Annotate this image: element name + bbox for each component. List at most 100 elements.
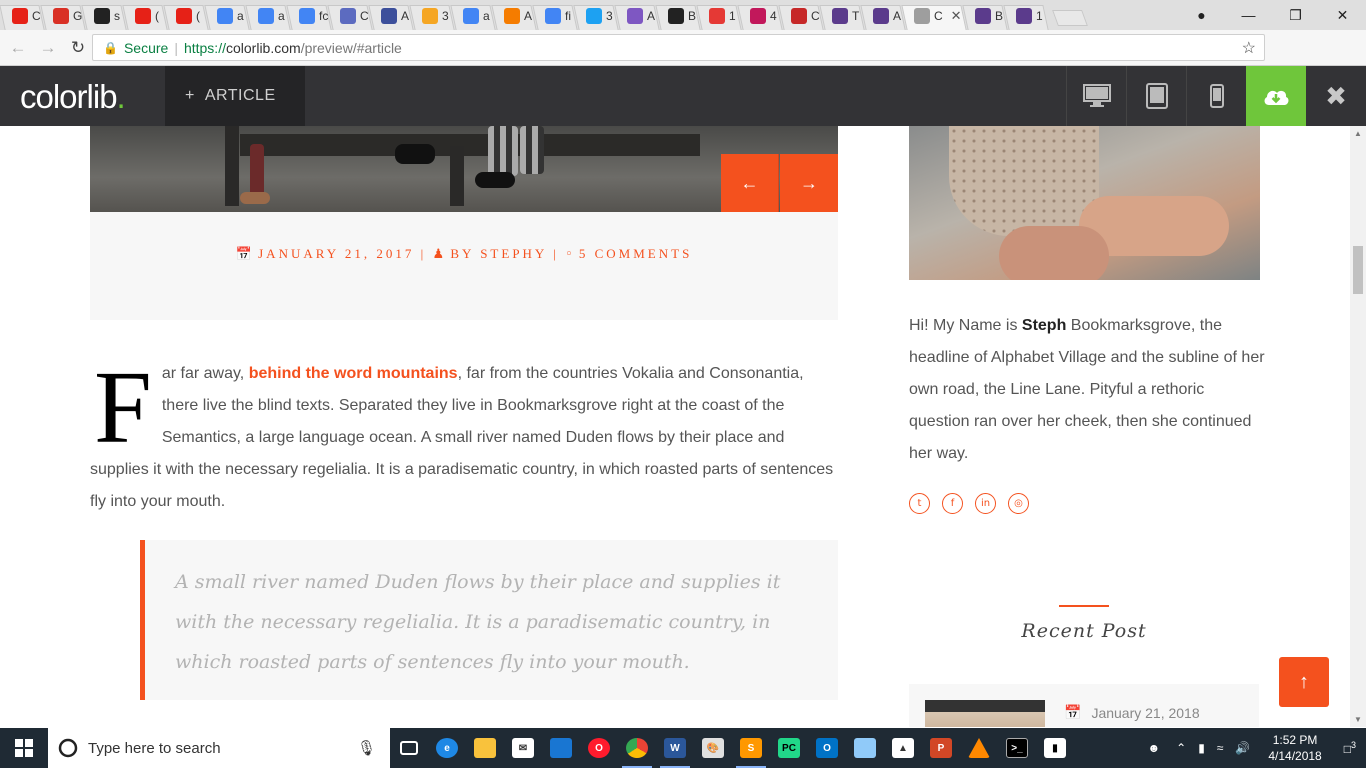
taskbar-word[interactable]: W xyxy=(656,728,694,768)
taskbar-terminal[interactable]: >_ xyxy=(998,728,1036,768)
maximize-button[interactable]: ❐ xyxy=(1272,7,1319,24)
taskbar-chrome[interactable] xyxy=(618,728,656,768)
microphone-icon[interactable]: 🎙 xyxy=(357,739,376,757)
tablet-view-button[interactable] xyxy=(1126,66,1186,126)
tab-close-icon[interactable]: ✕ xyxy=(951,8,962,24)
taskbar-search[interactable]: Type here to search 🎙 xyxy=(48,728,390,768)
pycharm-icon: PC xyxy=(778,738,800,758)
browser-tab[interactable]: C xyxy=(779,2,823,30)
browser-tab[interactable]: a xyxy=(451,2,495,30)
taskbar-paint[interactable]: 🎨 xyxy=(694,728,732,768)
colorlib-logo[interactable]: colorlib. xyxy=(20,78,126,116)
download-button[interactable] xyxy=(1246,66,1306,126)
taskbar-pycharm[interactable]: PC xyxy=(770,728,808,768)
taskbar-sublime[interactable]: S xyxy=(732,728,770,768)
post-comments[interactable]: 5 COMMENTS xyxy=(579,246,692,261)
browser-tab[interactable]: A xyxy=(861,2,905,30)
tab-title: A xyxy=(401,9,410,23)
browser-tab[interactable]: C ✕ xyxy=(902,2,966,30)
dribbble-icon[interactable]: ◎ xyxy=(1008,493,1029,514)
browser-tab[interactable]: 3 xyxy=(410,2,454,30)
notifications-icon[interactable]: □3 xyxy=(1344,740,1356,756)
battery-icon[interactable]: ▮ xyxy=(1198,741,1205,755)
window-controls: ● — ❐ ✕ xyxy=(1178,0,1366,30)
slider-next-button[interactable]: → xyxy=(780,154,838,212)
paint-icon: 🎨 xyxy=(702,738,724,758)
wifi-icon[interactable]: ≈ xyxy=(1217,741,1224,755)
taskbar-outlook[interactable]: O xyxy=(808,728,846,768)
facebook-icon[interactable]: f xyxy=(942,493,963,514)
mobile-view-button[interactable] xyxy=(1186,66,1246,126)
taskbar-photos[interactable]: ▲ xyxy=(884,728,922,768)
taskbar-powerpoint[interactable]: P xyxy=(922,728,960,768)
browser-tab[interactable]: A xyxy=(492,2,536,30)
browser-tab[interactable]: 3 xyxy=(574,2,618,30)
slider-prev-button[interactable]: ← xyxy=(721,154,779,212)
scrollbar-thumb[interactable] xyxy=(1353,246,1363,294)
taskbar-vlc[interactable] xyxy=(960,728,998,768)
linkedin-icon[interactable]: in xyxy=(975,493,996,514)
post-date[interactable]: JANUARY 21, 2017 xyxy=(258,246,414,261)
browser-tab[interactable]: a xyxy=(205,2,249,30)
url-scheme: https:// xyxy=(183,39,226,56)
taskbar-edge[interactable]: e xyxy=(428,728,466,768)
task-view-button[interactable] xyxy=(390,728,428,768)
taskbar-app2[interactable] xyxy=(846,728,884,768)
page-scrollbar[interactable]: ▲ ▼ xyxy=(1350,126,1366,727)
new-tab-button[interactable] xyxy=(1052,10,1088,26)
browser-tab[interactable]: fi xyxy=(533,2,577,30)
taskbar-mail[interactable]: ✉ xyxy=(504,728,542,768)
taskbar-clock[interactable]: 1:52 PM 4/14/2018 xyxy=(1268,732,1321,764)
people-icon[interactable]: ☻ xyxy=(1147,741,1160,755)
browser-tab[interactable]: ( xyxy=(164,2,208,30)
google-icon xyxy=(463,8,479,24)
chevron-up-icon[interactable]: ⌃ xyxy=(1176,741,1186,755)
reload-button[interactable]: ↻ xyxy=(66,38,90,58)
desktop-view-button[interactable] xyxy=(1066,66,1126,126)
browser-tab[interactable]: a xyxy=(246,2,290,30)
taskbar-opera[interactable]: O xyxy=(580,728,618,768)
twitter-icon[interactable]: t xyxy=(909,493,930,514)
recent-post-meta: 📅 January 21, 2018 xyxy=(1064,704,1200,721)
mountains-link[interactable]: behind the word mountains xyxy=(249,365,458,382)
bookmark-star-icon[interactable]: ☆ xyxy=(1242,38,1256,58)
browser-tab[interactable]: s xyxy=(82,2,126,30)
volume-icon[interactable]: 🔊 xyxy=(1235,741,1250,755)
browser-tab[interactable]: fc xyxy=(287,2,331,30)
browser-tab[interactable]: G xyxy=(41,2,85,30)
browser-tab[interactable]: B xyxy=(656,2,700,30)
browser-tab[interactable]: 4 xyxy=(738,2,782,30)
browser-tab[interactable]: A xyxy=(369,2,413,30)
task-view-icon xyxy=(400,741,418,755)
b-icon xyxy=(668,8,684,24)
post-author[interactable]: BY STEPHY xyxy=(450,246,546,261)
recent-post-thumbnail[interactable] xyxy=(925,700,1045,727)
scroll-down-icon[interactable]: ▼ xyxy=(1354,715,1362,724)
taskbar-explorer[interactable] xyxy=(466,728,504,768)
logo-dot: . xyxy=(116,78,126,115)
browser-tab[interactable]: A xyxy=(615,2,659,30)
template-menu-button[interactable]: + ARTICLE xyxy=(165,66,305,126)
mail-icon: ✉ xyxy=(512,738,534,758)
browser-tab[interactable]: C xyxy=(0,2,44,30)
close-window-button[interactable]: ✕ xyxy=(1319,7,1366,24)
back-button[interactable]: ← xyxy=(6,38,30,58)
forward-button[interactable]: → xyxy=(36,38,60,58)
address-bar[interactable]: 🔒 Secure | https://colorlib.com/preview/… xyxy=(92,34,1265,61)
browser-tab[interactable]: C xyxy=(328,2,372,30)
scroll-up-icon[interactable]: ▲ xyxy=(1354,129,1362,138)
browser-tab[interactable]: 1 xyxy=(697,2,741,30)
taskbar-movies[interactable]: ▮ xyxy=(1036,728,1074,768)
browser-tab[interactable]: 1 xyxy=(1004,2,1048,30)
browser-tab[interactable]: B xyxy=(963,2,1007,30)
browser-tab[interactable]: T xyxy=(820,2,864,30)
start-button[interactable] xyxy=(0,728,48,768)
profile-icon[interactable]: ● xyxy=(1178,7,1225,23)
back-to-top-button[interactable]: ↑ xyxy=(1279,657,1329,707)
recent-post-card[interactable]: 📅 January 21, 2018 xyxy=(909,684,1259,727)
close-preview-button[interactable]: ✖ xyxy=(1306,66,1366,126)
minimize-button[interactable]: — xyxy=(1225,7,1272,23)
arrow-right-icon: → xyxy=(800,172,818,193)
browser-tab[interactable]: ( xyxy=(123,2,167,30)
taskbar-app[interactable] xyxy=(542,728,580,768)
